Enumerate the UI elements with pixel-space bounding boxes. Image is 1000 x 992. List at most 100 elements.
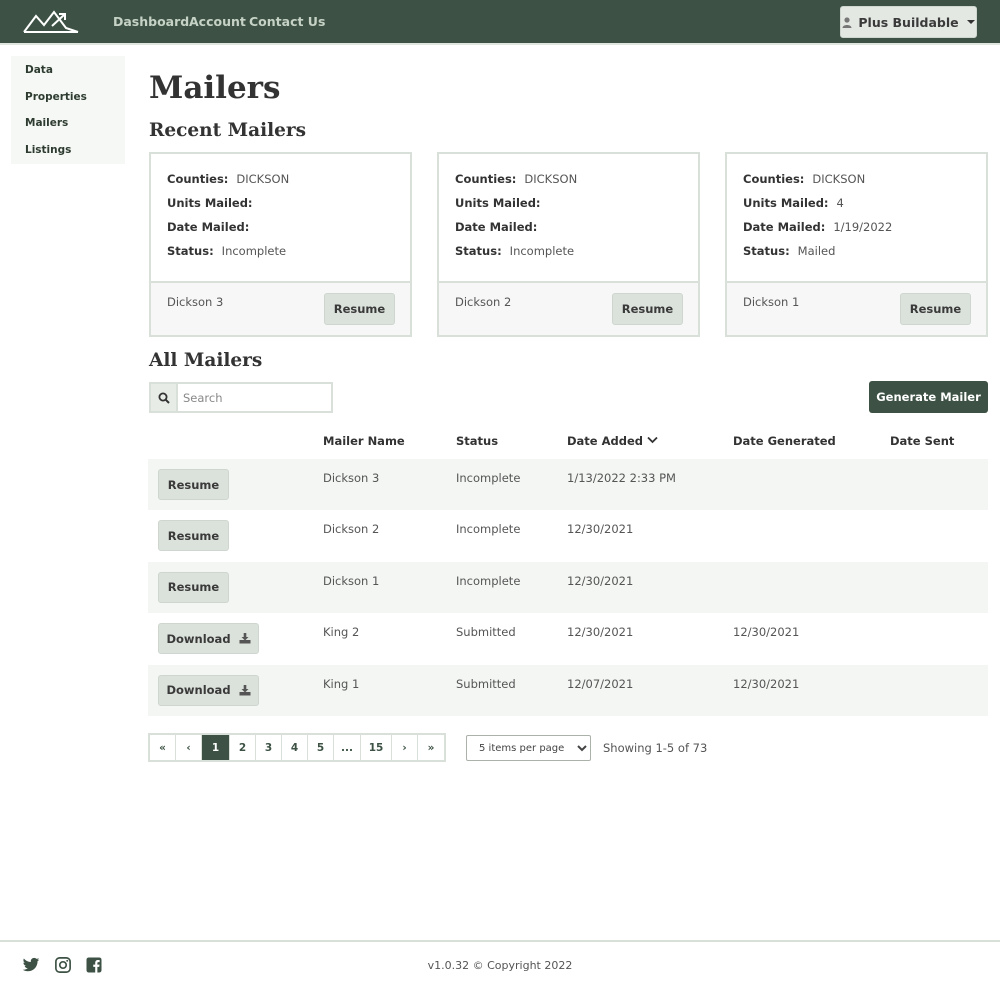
cell-date-added: 1/13/2022 2:33 PM: [567, 471, 676, 485]
date-label: Date Mailed:: [455, 220, 538, 234]
table-row: Resume Dickson 2 Incomplete 12/30/2021: [148, 510, 988, 561]
card-body: Counties: DICKSON Units Mailed: Date Mailed…: [439, 154, 698, 283]
nav-contact-us[interactable]: Contact Us: [249, 14, 325, 29]
resume-button[interactable]: Resume: [158, 469, 229, 500]
recent-mailer-card: Counties: DICKSON Units Mailed: 4 Date Maile…: [725, 152, 988, 337]
mountain-logo-icon[interactable]: [22, 6, 80, 36]
cell-status: Submitted: [456, 625, 516, 640]
user-menu-label: Plus Buildable: [858, 14, 959, 30]
resume-button[interactable]: Resume: [158, 520, 229, 552]
card-resume-button[interactable]: Resume: [324, 293, 395, 325]
card-resume-button[interactable]: Resume: [900, 293, 971, 325]
footer: v1.0.32 © Copyright 2022: [0, 940, 1000, 992]
sidebar-item-properties[interactable]: Properties: [25, 91, 87, 103]
card-units-row: Units Mailed: 4: [743, 196, 970, 220]
card-counties-row: Counties: DICKSON: [455, 172, 682, 196]
cell-status: Submitted: [456, 676, 516, 691]
search-box: [149, 382, 333, 413]
card-footer: Dickson 2 Resume: [439, 283, 698, 335]
card-units-row: Units Mailed:: [167, 196, 394, 220]
card-body: Counties: DICKSON Units Mailed: 4 Date Maile…: [727, 154, 986, 283]
card-counties-row: Counties: DICKSON: [167, 172, 394, 196]
units-label: Units Mailed:: [743, 196, 829, 210]
sidebar-item-data[interactable]: Data: [25, 64, 53, 76]
page-next[interactable]: ›: [392, 735, 418, 760]
page-15[interactable]: 15: [361, 735, 392, 760]
page-2[interactable]: 2: [230, 735, 256, 760]
cell-status: Incomplete: [456, 573, 521, 588]
recent-mailer-card: Counties: DICKSON Units Mailed: Date Mailed…: [149, 152, 412, 337]
card-mailer-name: Dickson 2: [455, 295, 512, 309]
date-label: Date Mailed:: [167, 220, 250, 234]
search-input[interactable]: [178, 384, 331, 411]
date-value: 1/19/2022: [833, 220, 893, 234]
row-action-label: Download: [166, 631, 231, 646]
cell-mailer-name: King 2: [323, 625, 360, 640]
status-value: Incomplete: [509, 244, 575, 258]
showing-count: Showing 1-5 of 73: [603, 741, 708, 755]
page-last[interactable]: »: [418, 735, 444, 760]
card-resume-button[interactable]: Resume: [612, 293, 683, 325]
cell-mailer-name: King 1: [323, 676, 360, 691]
counties-value: DICKSON: [524, 172, 578, 186]
cell-date-added: 12/07/2021: [567, 676, 634, 691]
page-5[interactable]: 5: [308, 735, 334, 760]
caret-down-icon: [966, 20, 975, 24]
card-units-row: Units Mailed:: [455, 196, 682, 220]
page-3[interactable]: 3: [256, 735, 282, 760]
user-icon: [842, 16, 852, 28]
card-counties-row: Counties: DICKSON: [743, 172, 970, 196]
search-icon: [158, 392, 170, 404]
page-prev[interactable]: ‹: [176, 735, 202, 760]
units-label: Units Mailed:: [167, 196, 253, 210]
header-date-generated[interactable]: Date Generated: [733, 434, 836, 448]
header-mailer-name[interactable]: Mailer Name: [323, 434, 405, 448]
cell-mailer-name: Dickson 1: [323, 573, 380, 588]
row-action-label: Resume: [167, 580, 220, 595]
status-label: Status:: [167, 244, 214, 258]
search-addon: [151, 384, 178, 411]
download-icon: [239, 684, 251, 696]
items-per-page-select[interactable]: 5 items per page: [466, 735, 591, 761]
user-menu-button[interactable]: Plus Buildable: [840, 6, 977, 38]
top-navbar: Dashboard Account Contact Us Plus Builda…: [0, 0, 1000, 45]
units-label: Units Mailed:: [455, 196, 541, 210]
sidebar-item-mailers[interactable]: Mailers: [25, 117, 68, 129]
page-title: Mailers: [149, 70, 281, 106]
nav-dashboard[interactable]: Dashboard: [113, 14, 189, 29]
pagination: « ‹ 1 2 3 4 5 ... 15 › »: [148, 733, 446, 762]
card-status-row: Status: Incomplete: [455, 244, 682, 268]
resume-button[interactable]: Resume: [158, 571, 229, 603]
status-label: Status:: [455, 244, 502, 258]
download-button[interactable]: Download: [158, 623, 259, 655]
page-1[interactable]: 1: [202, 735, 230, 760]
table-row: Download King 1 Submitted 12/07/2021 12/30/2…: [148, 664, 988, 716]
date-label: Date Mailed:: [743, 220, 826, 234]
counties-label: Counties:: [743, 172, 805, 186]
status-label: Status:: [743, 244, 790, 258]
sidebar-item-listings[interactable]: Listings: [25, 144, 71, 156]
cell-date-added: 12/30/2021: [567, 573, 634, 588]
nav-account[interactable]: Account: [189, 14, 246, 29]
page-first[interactable]: «: [150, 735, 176, 760]
card-footer: Dickson 3 Resume: [151, 283, 410, 335]
table-row: Resume Dickson 1 Incomplete 12/30/2021: [148, 561, 988, 613]
header-date-added[interactable]: Date Added: [567, 434, 658, 448]
card-body: Counties: DICKSON Units Mailed: Date Mailed…: [151, 154, 410, 283]
row-action-label: Download: [166, 683, 231, 698]
header-status[interactable]: Status: [456, 434, 498, 448]
cell-date-added: 12/30/2021: [567, 522, 634, 537]
cell-date-added: 12/30/2021: [567, 625, 634, 640]
header-date-sent[interactable]: Date Sent: [890, 434, 954, 448]
page-4[interactable]: 4: [282, 735, 308, 760]
card-date-row: Date Mailed: 1/19/2022: [743, 220, 970, 244]
status-value: Incomplete: [221, 244, 287, 258]
cell-mailer-name: Dickson 3: [323, 471, 380, 485]
copyright-text: v1.0.32 © Copyright 2022: [427, 959, 573, 972]
cell-date-generated: 12/30/2021: [733, 676, 800, 691]
generate-mailer-button[interactable]: Generate Mailer: [869, 381, 988, 413]
row-action-label: Resume: [167, 528, 220, 543]
download-button[interactable]: Download: [158, 674, 259, 706]
header-date-added-label: Date Added: [567, 434, 644, 448]
units-value: 4: [836, 196, 844, 210]
